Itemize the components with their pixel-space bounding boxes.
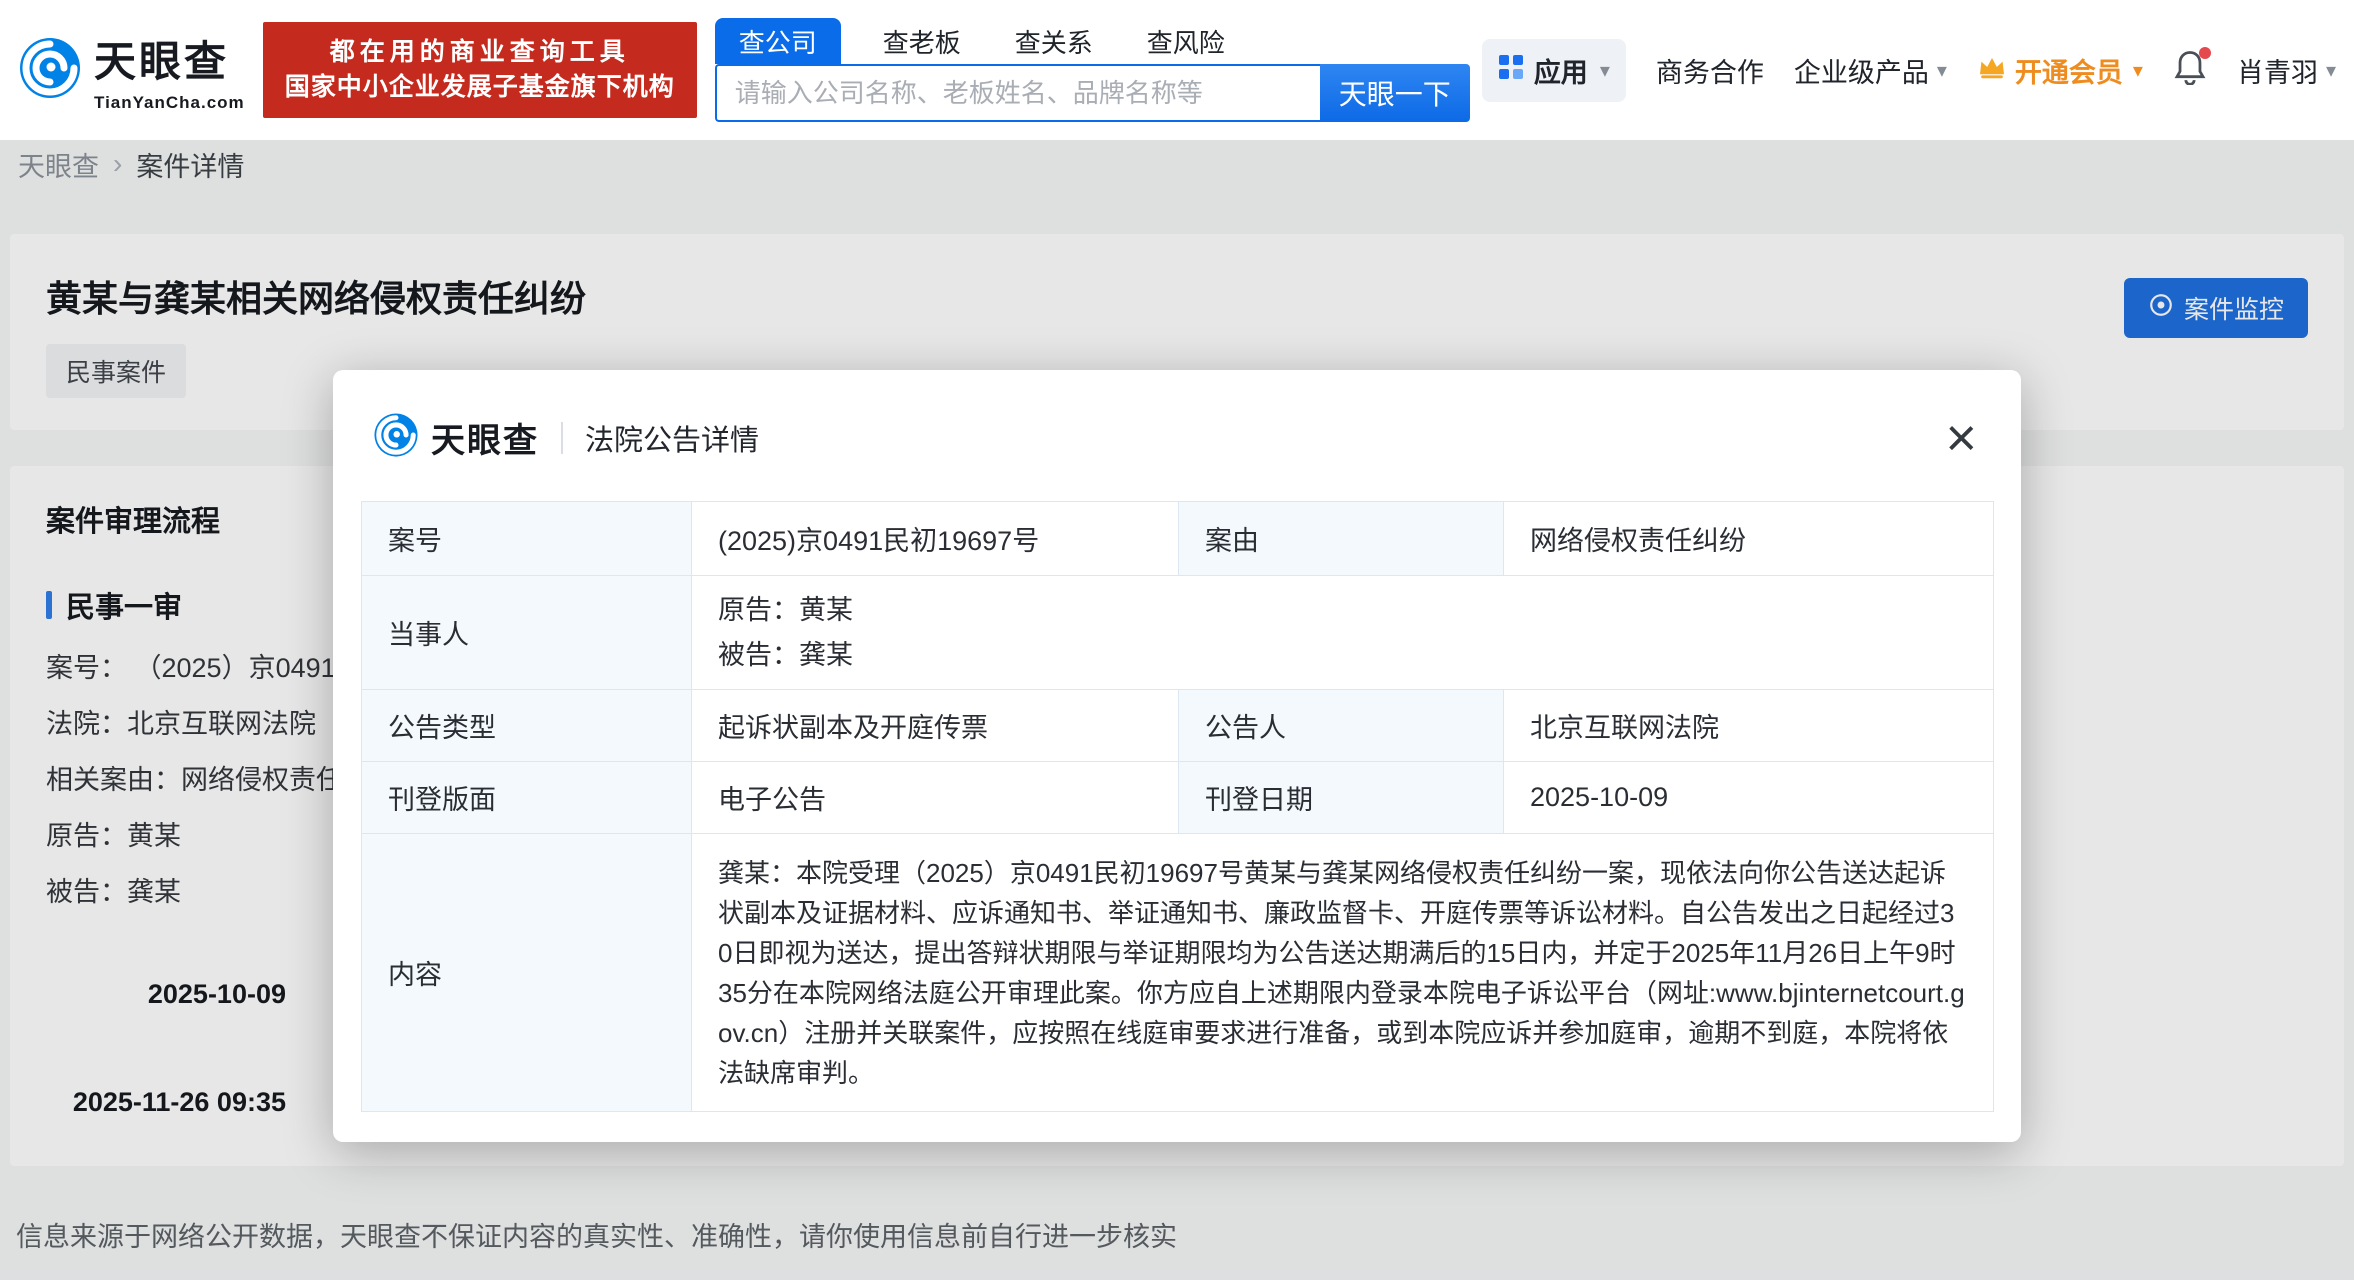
chevron-down-icon: ▾: [2326, 58, 2336, 83]
vip-upgrade-menu[interactable]: 开通会员 ▾: [1977, 51, 2143, 90]
cause-label-cell: 案由: [1179, 502, 1504, 576]
promo-banner: 都在用的商业查询工具 国家中小企业发展子基金旗下机构: [263, 22, 697, 118]
content-label-cell: 内容: [362, 834, 692, 1112]
username-label: 肖青羽: [2237, 51, 2318, 90]
party-label-cell: 当事人: [362, 576, 692, 690]
tianyancha-swirl-icon: [18, 36, 82, 105]
party-plaintiff: 原告：黄某: [718, 588, 1993, 633]
vip-label: 开通会员: [2015, 51, 2123, 90]
search-block: 查公司 查老板 查关系 查风险 天眼一下: [715, 18, 1470, 122]
tab-search-relation[interactable]: 查关系: [1003, 18, 1105, 64]
type-value-cell: 起诉状副本及开庭传票: [692, 690, 1179, 762]
crown-icon: [1977, 55, 2007, 86]
modal-header: 天眼查 法院公告详情 ×: [333, 370, 2021, 501]
announcer-label-cell: 公告人: [1179, 690, 1504, 762]
apps-grid-icon: [1498, 54, 1524, 87]
edition-label-cell: 刊登版面: [362, 762, 692, 834]
content-value-cell: 龚某：本院受理（2025）京0491民初19697号黄某与龚某网络侵权责任纠纷一…: [692, 834, 1994, 1112]
promo-line-1: 都在用的商业查询工具: [285, 35, 675, 70]
user-menu[interactable]: 肖青羽 ▾: [2237, 51, 2336, 90]
table-row: 刊登版面 电子公告 刊登日期 2025-10-09: [362, 762, 1994, 834]
business-cooperation-link[interactable]: 商务合作: [1656, 51, 1764, 90]
cause-value-cell: 网络侵权责任纠纷: [1504, 502, 1994, 576]
table-row: 案号 (2025)京0491民初19697号 案由 网络侵权责任纠纷: [362, 502, 1994, 576]
tab-search-risk[interactable]: 查风险: [1135, 18, 1237, 64]
promo-line-2: 国家中小企业发展子基金旗下机构: [285, 70, 675, 105]
nav-right: 应用 ▾ 商务合作 企业级产品 ▾ 开通会员 ▾: [1482, 39, 2336, 102]
search-button[interactable]: 天眼一下: [1320, 64, 1470, 122]
site-logo[interactable]: 天眼查 TianYanCha.com: [18, 28, 245, 113]
tianyancha-swirl-icon: [373, 412, 419, 463]
chevron-down-icon: ▾: [1600, 58, 1610, 83]
tab-search-boss[interactable]: 查老板: [871, 18, 973, 64]
enterprise-products-menu[interactable]: 企业级产品 ▾: [1794, 51, 1947, 90]
search-input[interactable]: [715, 64, 1320, 122]
apps-menu[interactable]: 应用 ▾: [1482, 39, 1626, 102]
top-nav: 天眼查 TianYanCha.com 都在用的商业查询工具 国家中小企业发展子基…: [0, 0, 2354, 140]
edition-value-cell: 电子公告: [692, 762, 1179, 834]
modal-divider: [561, 422, 563, 454]
announcer-value-cell: 北京互联网法院: [1504, 690, 1994, 762]
pub-date-value-cell: 2025-10-09: [1504, 762, 1994, 834]
close-icon[interactable]: ×: [1945, 420, 1977, 456]
modal-title: 法院公告详情: [585, 417, 759, 459]
tab-search-company[interactable]: 查公司: [715, 18, 841, 64]
table-row: 内容 龚某：本院受理（2025）京0491民初19697号黄某与龚某网络侵权责任…: [362, 834, 1994, 1112]
type-label-cell: 公告类型: [362, 690, 692, 762]
notifications-button[interactable]: [2173, 49, 2207, 92]
notification-dot: [2199, 47, 2211, 59]
modal-brand: 天眼查: [431, 413, 539, 462]
chevron-down-icon: ▾: [1937, 58, 1947, 83]
court-announcement-modal: 天眼查 法院公告详情 × 案号 (2025)京0491民初19697号 案由 网…: [333, 370, 2021, 1142]
logo-text-cn: 天眼查: [94, 28, 245, 89]
table-row: 公告类型 起诉状副本及开庭传票 公告人 北京互联网法院: [362, 690, 1994, 762]
table-row: 当事人 原告：黄某 被告：龚某: [362, 576, 1994, 690]
search-tabs: 查公司 查老板 查关系 查风险: [715, 18, 1470, 64]
enterprise-products-label: 企业级产品: [1794, 51, 1929, 90]
logo-text-en: TianYanCha.com: [94, 93, 245, 113]
case-no-label-cell: 案号: [362, 502, 692, 576]
party-value-cell: 原告：黄某 被告：龚某: [692, 576, 1994, 690]
apps-label: 应用: [1534, 51, 1588, 90]
announcement-table: 案号 (2025)京0491民初19697号 案由 网络侵权责任纠纷 当事人 原…: [361, 501, 1994, 1112]
pub-date-label-cell: 刊登日期: [1179, 762, 1504, 834]
party-defendant: 被告：龚某: [718, 633, 1993, 678]
business-cooperation-label: 商务合作: [1656, 51, 1764, 90]
case-no-value-cell: (2025)京0491民初19697号: [692, 502, 1179, 576]
chevron-down-icon: ▾: [2133, 58, 2143, 83]
